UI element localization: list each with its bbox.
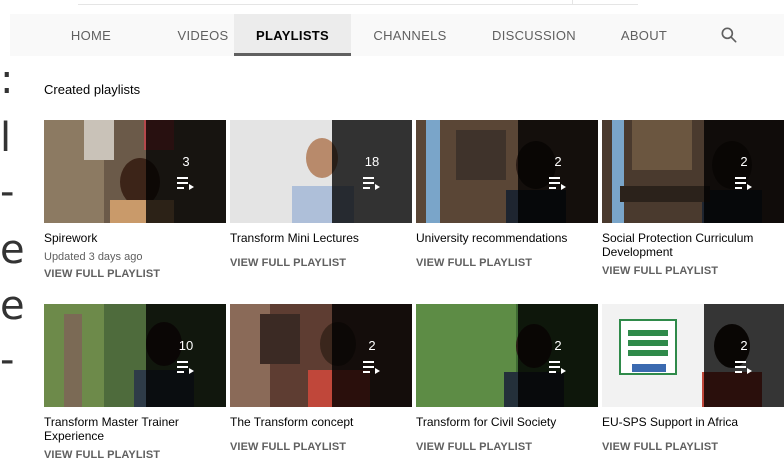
playlist-icon xyxy=(735,176,752,190)
channel-tab-bar: HOME VIDEOS PLAYLISTS CHANNELS DISCUSSIO… xyxy=(10,14,784,56)
video-count: 2 xyxy=(740,153,748,169)
playlist-thumbnail[interactable]: 2 xyxy=(602,304,784,407)
top-strip xyxy=(0,0,784,14)
tab-discussion[interactable]: DISCUSSION xyxy=(469,14,599,56)
header-divider xyxy=(78,4,638,5)
view-full-playlist-link[interactable]: VIEW FULL PLAYLIST xyxy=(44,268,226,280)
playlist-card[interactable]: 2 Social Protection Curriculum Developme… xyxy=(602,120,784,277)
playlist-card[interactable]: 2 Transform for Civil Society VIEW FULL … xyxy=(416,304,598,453)
playlist-icon xyxy=(363,360,380,374)
playlist-thumbnail[interactable]: 2 xyxy=(230,304,412,407)
playlist-count-overlay: 2 xyxy=(332,304,412,407)
playlist-thumbnail[interactable]: 2 xyxy=(602,120,784,223)
playlist-title[interactable]: EU-SPS Support in Africa xyxy=(602,415,784,429)
channel-page: : l - e e - HOME VIDEOS PLAYLISTS CHANNE… xyxy=(0,0,784,462)
video-count: 18 xyxy=(364,153,380,169)
playlist-card[interactable]: 18 Transform Mini Lectures VIEW FULL PLA… xyxy=(230,120,412,269)
playlist-icon xyxy=(363,176,380,190)
playlist-title[interactable]: Transform Mini Lectures xyxy=(230,231,412,245)
playlist-thumbnail[interactable]: 18 xyxy=(230,120,412,223)
playlist-icon xyxy=(549,176,566,190)
video-count: 2 xyxy=(368,337,376,353)
playlist-count-overlay: 2 xyxy=(518,120,598,223)
playlist-thumbnail[interactable]: 2 xyxy=(416,304,598,407)
playlist-title[interactable]: The Transform concept xyxy=(230,415,412,429)
playlist-count-overlay: 2 xyxy=(704,304,784,407)
video-count: 2 xyxy=(554,153,562,169)
playlist-icon xyxy=(735,360,752,374)
playlist-count-overlay: 2 xyxy=(704,120,784,223)
tab-home[interactable]: HOME xyxy=(10,14,172,56)
view-full-playlist-link[interactable]: VIEW FULL PLAYLIST xyxy=(602,441,784,453)
playlist-thumbnail[interactable]: 2 xyxy=(416,120,598,223)
tab-channels[interactable]: CHANNELS xyxy=(351,14,469,56)
playlist-title[interactable]: Social Protection Curriculum Development xyxy=(602,231,784,259)
playlist-icon xyxy=(177,360,194,374)
playlist-card[interactable]: 3 Spirework Updated 3 days ago VIEW FULL… xyxy=(44,120,226,280)
video-count: 3 xyxy=(182,153,190,169)
view-full-playlist-link[interactable]: VIEW FULL PLAYLIST xyxy=(416,257,598,269)
video-count: 10 xyxy=(178,337,194,353)
playlist-title[interactable]: Transform Master Trainer Experience xyxy=(44,415,226,443)
tab-videos[interactable]: VIDEOS xyxy=(172,14,234,56)
video-count: 2 xyxy=(740,337,748,353)
playlist-count-overlay: 10 xyxy=(146,304,226,407)
view-full-playlist-link[interactable]: VIEW FULL PLAYLIST xyxy=(230,441,412,453)
playlist-title[interactable]: University recommendations xyxy=(416,231,598,245)
playlist-title[interactable]: Spirework xyxy=(44,231,226,245)
view-full-playlist-link[interactable]: VIEW FULL PLAYLIST xyxy=(44,449,226,461)
left-edge-cropped-content: : l - e e - xyxy=(0,60,25,400)
tab-playlists[interactable]: PLAYLISTS xyxy=(234,14,351,56)
playlist-count-overlay: 3 xyxy=(146,120,226,223)
section-title: Created playlists xyxy=(44,82,141,97)
playlist-card[interactable]: 2 The Transform concept VIEW FULL PLAYLI… xyxy=(230,304,412,453)
search-icon xyxy=(721,27,737,43)
playlist-card[interactable]: 2 University recommendations VIEW FULL P… xyxy=(416,120,598,269)
playlist-thumbnail[interactable]: 3 xyxy=(44,120,226,223)
playlist-count-overlay: 2 xyxy=(518,304,598,407)
video-count: 2 xyxy=(554,337,562,353)
playlist-icon xyxy=(177,176,194,190)
view-full-playlist-link[interactable]: VIEW FULL PLAYLIST xyxy=(602,265,784,277)
playlist-title[interactable]: Transform for Civil Society xyxy=(416,415,598,429)
header-divider-tick xyxy=(572,0,573,5)
view-full-playlist-link[interactable]: VIEW FULL PLAYLIST xyxy=(230,257,412,269)
playlist-count-overlay: 18 xyxy=(332,120,412,223)
view-full-playlist-link[interactable]: VIEW FULL PLAYLIST xyxy=(416,441,598,453)
playlist-card[interactable]: 10 Transform Master Trainer Experience V… xyxy=(44,304,226,461)
playlist-card[interactable]: 2 EU-SPS Support in Africa VIEW FULL PLA… xyxy=(602,304,784,453)
tab-about[interactable]: ABOUT xyxy=(599,14,689,56)
tab-search-button[interactable] xyxy=(689,14,769,56)
playlist-icon xyxy=(549,360,566,374)
playlist-thumbnail[interactable]: 10 xyxy=(44,304,226,407)
playlist-updated: Updated 3 days ago xyxy=(44,251,143,263)
